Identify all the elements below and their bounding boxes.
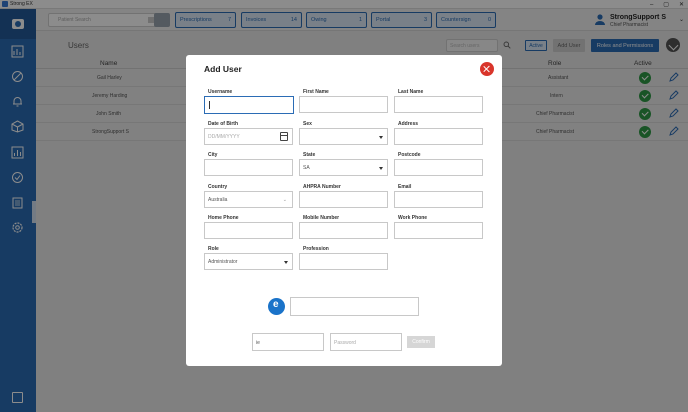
chevron-down-icon: ⌄ <box>282 197 287 203</box>
autofill-input[interactable] <box>290 297 419 316</box>
last-name-label: Last Name <box>398 89 424 95</box>
state-select[interactable]: SA <box>299 159 388 176</box>
browser-autofill-icon[interactable] <box>268 298 285 315</box>
role-select[interactable]: Administrator <box>204 253 293 270</box>
email-label: Email <box>398 184 412 190</box>
sex-label: Sex <box>303 121 312 127</box>
text-cursor <box>209 101 210 109</box>
role-label: Role <box>208 246 219 252</box>
postcode-label: Postcode <box>398 152 421 158</box>
email-field[interactable] <box>394 191 483 208</box>
dropdown-arrow-icon <box>379 136 383 139</box>
first-name-label: First Name <box>303 89 329 95</box>
postcode-field[interactable] <box>394 159 483 176</box>
add-user-dialog: Add User Username First Name Last Name D… <box>186 55 502 366</box>
dropdown-arrow-icon <box>379 167 383 170</box>
ahpra-field[interactable] <box>299 191 388 208</box>
city-label: City <box>208 152 218 158</box>
confirm-button[interactable]: Confirm <box>407 336 435 348</box>
first-name-field[interactable] <box>299 96 388 113</box>
username-label: Username <box>208 89 233 95</box>
country-select[interactable]: Australia ⌄ <box>204 191 293 208</box>
close-dialog-button[interactable] <box>480 62 494 76</box>
home-phone-label: Home Phone <box>208 215 239 221</box>
calendar-icon[interactable] <box>280 132 288 141</box>
home-phone-field[interactable] <box>204 222 293 239</box>
work-phone-label: Work Phone <box>398 215 428 221</box>
dob-field[interactable]: DD/MM/YYYY <box>204 128 293 145</box>
profession-label: Profession <box>303 246 329 252</box>
mobile-label: Mobile Number <box>303 215 340 221</box>
login-id-input[interactable]: ie <box>252 333 324 351</box>
work-phone-field[interactable] <box>394 222 483 239</box>
address-label: Address <box>398 121 419 127</box>
city-field[interactable] <box>204 159 293 176</box>
profession-field[interactable] <box>299 253 388 270</box>
country-label: Country <box>208 184 228 190</box>
mobile-field[interactable] <box>299 222 388 239</box>
state-label: State <box>303 152 316 158</box>
last-name-field[interactable] <box>394 96 483 113</box>
dialog-title: Add User <box>204 64 242 74</box>
ahpra-label: AHPRA Number <box>303 184 341 190</box>
dob-label: Date of Birth <box>208 121 238 127</box>
sex-select[interactable] <box>299 128 388 145</box>
password-input[interactable]: Password <box>330 333 402 351</box>
dropdown-arrow-icon <box>284 261 288 264</box>
address-field[interactable] <box>394 128 483 145</box>
username-field[interactable] <box>204 96 294 114</box>
